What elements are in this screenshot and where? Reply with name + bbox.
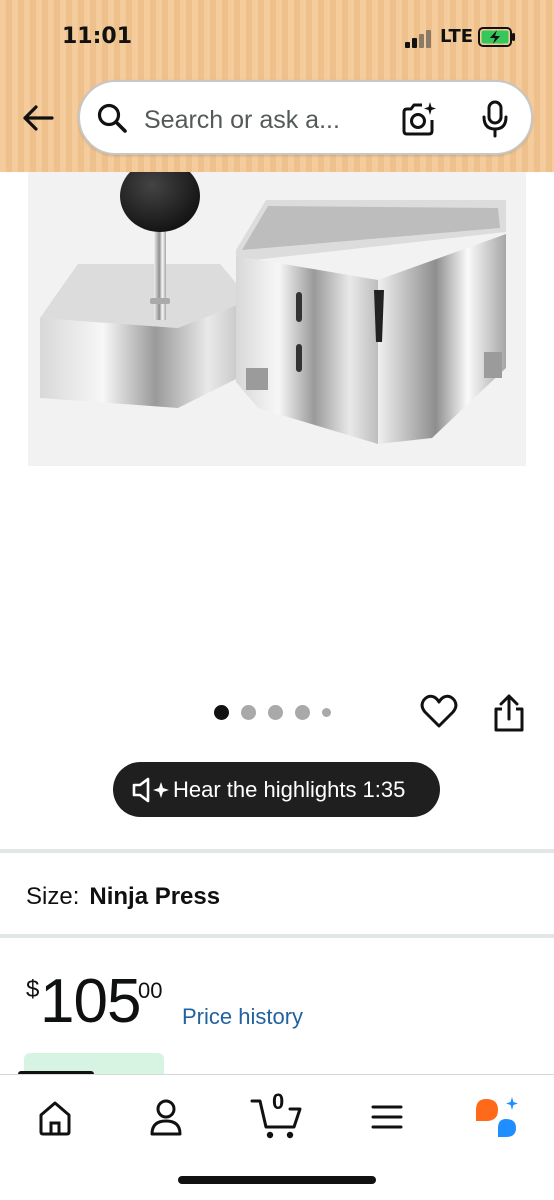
divider — [0, 849, 554, 853]
size-value: Ninja Press — [89, 883, 221, 910]
speaker-icon — [132, 777, 169, 802]
mic-icon[interactable] — [480, 100, 510, 138]
carousel-dot[interactable] — [268, 705, 283, 720]
status-time: 11:01 — [62, 24, 133, 49]
product-photo — [28, 172, 526, 466]
price-fraction: 00 — [138, 978, 163, 1003]
cart-button[interactable]: 0 — [250, 1089, 306, 1145]
heart-icon[interactable] — [420, 693, 458, 729]
search-bar[interactable]: Search or ask a... — [78, 80, 533, 155]
home-icon[interactable] — [36, 1095, 74, 1139]
carousel-dot[interactable] — [295, 705, 310, 720]
signal-icon — [405, 30, 431, 48]
home-indicator — [178, 1176, 376, 1184]
size-label: Size: — [26, 883, 80, 910]
size-row[interactable]: Size: Ninja Press — [26, 883, 220, 911]
cart-count: 0 — [272, 1089, 285, 1114]
assistant-icon[interactable] — [472, 1095, 520, 1139]
search-input[interactable]: Search or ask a... — [144, 106, 340, 135]
hear-highlights-label: Hear the highlights 1:35 — [173, 776, 406, 802]
hear-highlights-button[interactable]: Hear the highlights 1:35 — [113, 762, 440, 817]
search-icon — [97, 103, 127, 133]
carousel-dot[interactable] — [214, 705, 229, 720]
product-image[interactable] — [28, 172, 526, 466]
divider — [0, 934, 554, 938]
price-history-link[interactable]: Price history — [182, 1004, 303, 1030]
share-icon[interactable] — [492, 693, 526, 733]
account-icon[interactable] — [148, 1095, 184, 1139]
menu-icon[interactable] — [370, 1095, 404, 1139]
price-currency: $ — [26, 976, 40, 1003]
price-whole: 105 — [40, 967, 141, 1036]
carousel-dot[interactable] — [322, 708, 331, 717]
camera-icon[interactable] — [400, 100, 438, 138]
carousel-indicator[interactable] — [214, 705, 331, 720]
carousel-dot[interactable] — [241, 705, 256, 720]
network-label: LTE — [440, 26, 474, 47]
back-arrow-icon[interactable] — [20, 100, 56, 136]
battery-icon — [478, 27, 515, 47]
